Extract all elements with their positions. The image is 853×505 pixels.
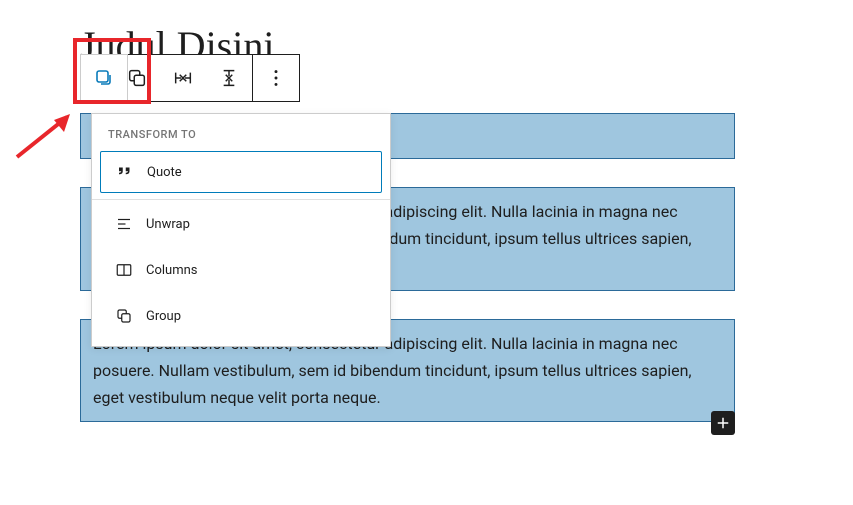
block-toolbar (113, 54, 300, 102)
block-type-button[interactable] (80, 54, 128, 102)
plus-icon (714, 414, 732, 432)
toolbar-stack-button[interactable] (206, 55, 252, 101)
block-icon (92, 66, 116, 90)
row-icon (172, 67, 194, 89)
dropdown-item-label: Quote (147, 165, 182, 180)
annotation-arrow (12, 112, 82, 162)
add-block-button[interactable] (711, 411, 735, 435)
group-icon (126, 67, 148, 89)
dropdown-header: TRANSFORM TO (92, 114, 390, 151)
columns-icon (114, 260, 134, 280)
transform-option-unwrap[interactable]: Unwrap (100, 204, 382, 244)
dropdown-divider (92, 199, 390, 200)
more-options-icon (265, 67, 287, 89)
transform-dropdown: TRANSFORM TO Quote Unwrap Columns Group (91, 113, 391, 347)
unwrap-icon (114, 214, 134, 234)
transform-option-quote[interactable]: Quote (100, 151, 382, 193)
quote-icon (115, 162, 135, 182)
transform-option-group[interactable]: Group (100, 296, 382, 336)
transform-option-columns[interactable]: Columns (100, 250, 382, 290)
stack-icon (218, 67, 240, 89)
group-option-icon (114, 306, 134, 326)
toolbar-more-button[interactable] (253, 55, 299, 101)
dropdown-item-label: Group (146, 309, 181, 324)
dropdown-item-label: Columns (146, 263, 198, 278)
toolbar-row-button[interactable] (160, 55, 206, 101)
dropdown-item-label: Unwrap (146, 217, 190, 232)
